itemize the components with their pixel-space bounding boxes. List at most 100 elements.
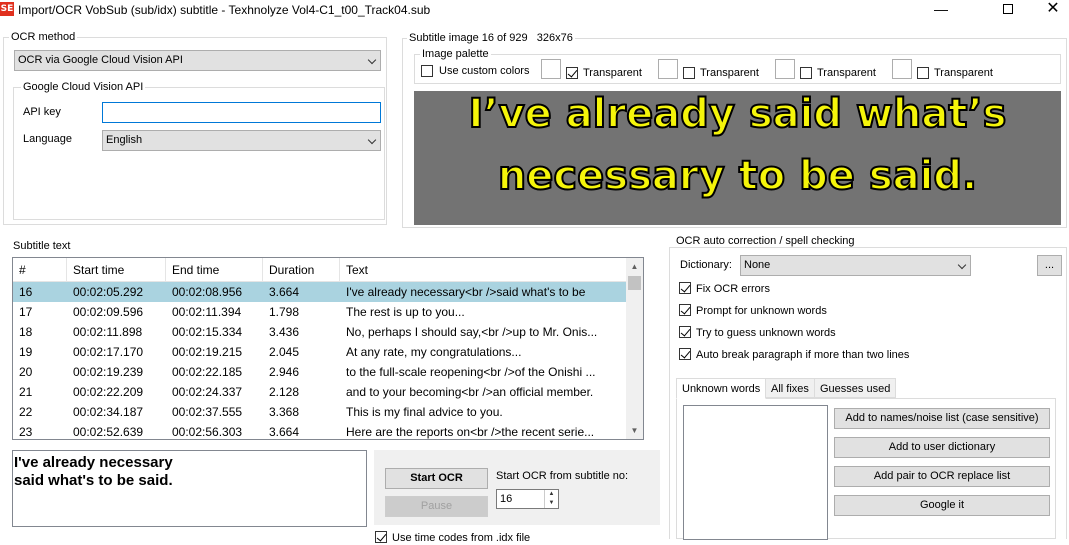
- stepper-buttons[interactable]: ▲ ▼: [544, 490, 558, 508]
- ocr-method-select[interactable]: OCR via Google Cloud Vision API: [14, 50, 381, 71]
- language-selected: English: [106, 134, 143, 146]
- fix-ocr-errors-checkbox[interactable]: [679, 282, 691, 294]
- column-header-end[interactable]: End time: [166, 258, 263, 282]
- palette-swatch-2[interactable]: [658, 59, 678, 79]
- auto-correction-group-title: OCR auto correction / spell checking: [674, 235, 857, 247]
- table-cell-dur: 3.368: [269, 405, 300, 419]
- transparent-label-1: Transparent: [583, 67, 642, 79]
- add-to-user-dictionary-button[interactable]: Add to user dictionary: [834, 437, 1050, 458]
- subtitle-image-group-title: Subtitle image 16 of 929 326x76: [407, 32, 575, 44]
- column-header-text[interactable]: Text: [340, 258, 627, 282]
- table-cell-dur: 2.128: [269, 385, 300, 399]
- stepper-down-icon[interactable]: ▼: [545, 499, 558, 508]
- transparent-checkbox-3[interactable]: [800, 67, 812, 79]
- transparent-label-2: Transparent: [700, 67, 759, 79]
- table-cell-num: 21: [19, 385, 33, 399]
- dictionary-browse-button[interactable]: ...: [1037, 255, 1062, 276]
- stepper-up-icon[interactable]: ▲: [545, 490, 558, 499]
- table-cell-text: to the full-scale reopening<br />of the …: [346, 365, 596, 379]
- scroll-down-icon[interactable]: ▼: [626, 422, 643, 439]
- palette-swatch-1[interactable]: [541, 59, 561, 79]
- transparent-checkbox-1[interactable]: [566, 67, 578, 79]
- table-cell-start: 00:02:19.239: [73, 365, 144, 379]
- tab-all-fixes[interactable]: All fixes: [765, 378, 815, 398]
- transparent-checkbox-4[interactable]: [917, 67, 929, 79]
- table-cell-dur: 2.946: [269, 365, 300, 379]
- table-cell-num: 16: [19, 285, 33, 299]
- auto-break-paragraph-label: Auto break paragraph if more than two li…: [696, 349, 910, 361]
- pause-button[interactable]: Pause: [385, 496, 488, 517]
- table-cell-dur: 3.664: [269, 425, 300, 439]
- table-cell-start: 00:02:17.170: [73, 345, 144, 359]
- table-cell-text: and to your becoming<br />an official me…: [346, 385, 594, 399]
- table-cell-dur: 1.798: [269, 305, 300, 319]
- tab-guesses-used[interactable]: Guesses used: [814, 378, 897, 398]
- table-row[interactable]: 23 00:02:52.639 00:02:56.303 3.664 Here are …: [13, 422, 627, 439]
- table-row[interactable]: 22 00:02:34.187 00:02:37.555 3.368 This is m…: [13, 402, 627, 422]
- table-row[interactable]: 16 00:02:05.292 00:02:08.956 3.664 I've alre…: [13, 282, 627, 302]
- table-cell-num: 23: [19, 425, 33, 439]
- language-label: Language: [23, 133, 72, 145]
- guess-unknown-words-label: Try to guess unknown words: [696, 327, 836, 339]
- table-cell-text: At any rate, my congratulations...: [346, 345, 522, 359]
- current-subtitle-text[interactable]: I've already necessary said what's to be…: [12, 450, 367, 527]
- palette-swatch-4[interactable]: [892, 59, 912, 79]
- use-custom-colors-checkbox[interactable]: [421, 65, 433, 77]
- prompt-unknown-words-label: Prompt for unknown words: [696, 305, 827, 317]
- table-cell-num: 17: [19, 305, 33, 319]
- palette-swatch-3[interactable]: [775, 59, 795, 79]
- auto-break-paragraph-checkbox[interactable]: [679, 348, 691, 360]
- column-header-start[interactable]: Start time: [67, 258, 166, 282]
- start-from-stepper[interactable]: 16 ▲ ▼: [496, 489, 559, 509]
- add-pair-ocr-replace-button[interactable]: Add pair to OCR replace list: [834, 466, 1050, 487]
- add-to-names-button[interactable]: Add to names/noise list (case sensitive): [834, 408, 1050, 429]
- start-ocr-button[interactable]: Start OCR: [385, 468, 488, 489]
- maximize-button[interactable]: [985, 0, 1031, 20]
- table-cell-num: 20: [19, 365, 33, 379]
- transparent-label-4: Transparent: [934, 67, 993, 79]
- table-cell-end: 00:02:15.334: [172, 325, 243, 339]
- table-cell-start: 00:02:09.596: [73, 305, 144, 319]
- column-header-number[interactable]: #: [13, 258, 67, 282]
- window-title: Import/OCR VobSub (sub/idx) subtitle - T…: [18, 3, 431, 17]
- tab-unknown-words[interactable]: Unknown words: [676, 378, 767, 399]
- unknown-words-list[interactable]: [683, 405, 828, 540]
- fix-ocr-errors-label: Fix OCR errors: [696, 283, 770, 295]
- table-cell-dur: 3.436: [269, 325, 300, 339]
- dictionary-selected: None: [744, 259, 771, 271]
- table-row[interactable]: 19 00:02:17.170 00:02:19.215 2.045 At any ra…: [13, 342, 627, 362]
- ocr-method-group-title: OCR method: [9, 31, 78, 43]
- subtitle-list-scrollbar[interactable]: ▲ ▼: [626, 258, 643, 439]
- maximize-icon: [1003, 4, 1013, 14]
- subtitle-list-header: # Start time End time Duration Text: [13, 258, 627, 282]
- table-cell-num: 22: [19, 405, 33, 419]
- dictionary-label: Dictionary:: [680, 259, 732, 271]
- table-cell-num: 18: [19, 325, 33, 339]
- use-timecodes-checkbox[interactable]: [375, 531, 387, 543]
- api-key-input[interactable]: [102, 102, 381, 123]
- table-row[interactable]: 17 00:02:09.596 00:02:11.394 1.798 The rest …: [13, 302, 627, 322]
- prompt-unknown-words-checkbox[interactable]: [679, 304, 691, 316]
- chevron-down-icon: [957, 260, 967, 270]
- table-row[interactable]: 20 00:02:19.239 00:02:22.185 2.946 to the fu…: [13, 362, 627, 382]
- google-it-button[interactable]: Google it: [834, 495, 1050, 516]
- table-cell-dur: 3.664: [269, 285, 300, 299]
- column-header-duration[interactable]: Duration: [263, 258, 340, 282]
- guess-unknown-words-checkbox[interactable]: [679, 326, 691, 338]
- dictionary-select[interactable]: None: [740, 255, 971, 276]
- subtitle-image-line-1: I’ve already said what’s: [467, 91, 1007, 138]
- scroll-up-icon[interactable]: ▲: [626, 258, 643, 275]
- transparent-checkbox-2[interactable]: [683, 67, 695, 79]
- subtitle-list[interactable]: # Start time End time Duration Text 16 00…: [12, 257, 644, 440]
- api-key-label: API key: [23, 106, 61, 118]
- table-row[interactable]: 21 00:02:22.209 00:02:24.337 2.128 and to yo…: [13, 382, 627, 402]
- table-cell-text: No, perhaps I should say,<br />up to Mr.…: [346, 325, 598, 339]
- scroll-thumb[interactable]: [628, 276, 641, 290]
- table-cell-start: 00:02:22.209: [73, 385, 144, 399]
- minimize-button[interactable]: —: [918, 0, 964, 20]
- table-cell-text: This is my final advice to you.: [346, 405, 503, 419]
- table-cell-end: 00:02:22.185: [172, 365, 243, 379]
- close-button[interactable]: ✕: [1030, 0, 1069, 20]
- table-row[interactable]: 18 00:02:11.898 00:02:15.334 3.436 No, perha…: [13, 322, 627, 342]
- language-select[interactable]: English: [102, 130, 381, 151]
